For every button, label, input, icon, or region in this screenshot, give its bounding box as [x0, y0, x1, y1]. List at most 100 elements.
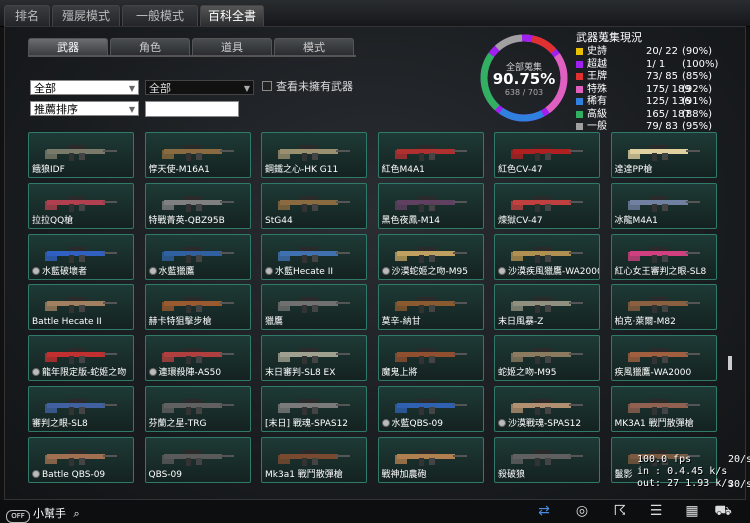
weapon-card[interactable]: 蛇姬之吻-M95 — [494, 335, 600, 381]
rarity-label: 超越 — [587, 58, 607, 71]
cart-icon[interactable]: ⛟ — [714, 502, 732, 520]
weapon-name-text: StG44 — [265, 216, 293, 226]
weapon-card[interactable]: 煉獄CV-47 — [494, 183, 600, 229]
subtab-weapons[interactable]: 武器 — [28, 38, 108, 56]
rarity-count: 20/ 22 — [646, 45, 678, 58]
helper-toggle[interactable]: OFF小幫手 ⌕ — [6, 505, 80, 523]
chevron-down-icon: ▼ — [244, 81, 250, 96]
search-input[interactable] — [145, 101, 239, 117]
weapon-card[interactable]: 魔鬼上將 — [378, 335, 484, 381]
weapon-card[interactable]: 疾風獵鷹-WA2000 — [611, 335, 717, 381]
weapon-name: 莫辛-納甘 — [382, 314, 421, 327]
search-icon[interactable]: ⌕ — [74, 507, 80, 520]
compass-icon[interactable]: ◎ — [573, 502, 591, 520]
weapon-card[interactable]: 芬蘭之星-TRG — [145, 386, 251, 432]
weapon-card[interactable]: 紅心女王審判之眼-SL8 — [611, 234, 717, 280]
rarity-swatch — [576, 48, 583, 55]
weapon-name-text: 水藍Hecate II — [275, 267, 333, 277]
weapon-card[interactable]: 殺破狼 — [494, 437, 600, 483]
weapon-card[interactable]: 連環殺陣-AS50 — [145, 335, 251, 381]
stat-row: 超越1/ 1(100%) — [576, 58, 716, 71]
checklist-icon[interactable]: ☰ — [647, 502, 665, 520]
weapon-name-text: Mk3a1 戰鬥散彈槍 — [265, 470, 343, 480]
weapon-card[interactable]: 末日風暴-Z — [494, 284, 600, 330]
weapon-name: 水藍Hecate II — [265, 264, 333, 277]
swap-icon[interactable]: ⇄ — [535, 502, 553, 520]
weapon-card[interactable]: 莫辛-納甘 — [378, 284, 484, 330]
rarity-swatch — [576, 111, 583, 118]
weapon-card[interactable]: MK3A1 戰鬥散彈槍 — [611, 386, 717, 432]
category-select-2-value: 全部 — [149, 82, 171, 95]
category-select-2[interactable]: 全部 ▼ — [145, 80, 254, 95]
tab-ranking[interactable]: 排名 — [4, 5, 50, 26]
weapon-card[interactable]: 餓狼IDF — [28, 132, 134, 178]
weapon-card[interactable]: 紅色M4A1 — [378, 132, 484, 178]
weapon-card[interactable]: QBS-09 — [145, 437, 251, 483]
out-readout: out: 27 1.93 k/s — [637, 478, 733, 490]
right-readout-2: 30/s — [728, 479, 750, 490]
weapon-card[interactable]: 鋼鐵之心-HK G11 — [261, 132, 367, 178]
weapon-card[interactable]: 審判之眼-SL8 — [28, 386, 134, 432]
subtab-modes[interactable]: 模式 — [274, 38, 354, 56]
weapon-card[interactable]: 柏克·萊爾-M82 — [611, 284, 717, 330]
subtab-characters[interactable]: 角色 — [110, 38, 190, 56]
show-unowned-checkbox[interactable] — [262, 81, 272, 91]
weapon-name-text: 審判之眼-SL8 — [32, 419, 88, 429]
weapon-icon — [43, 243, 119, 265]
weapon-card[interactable]: 水藍Hecate II — [261, 234, 367, 280]
weapon-card[interactable]: 獵鷹 — [261, 284, 367, 330]
rarity-label: 稀有 — [587, 95, 607, 108]
weapon-icon — [509, 192, 585, 214]
weapon-card[interactable]: 戰神加農砲 — [378, 437, 484, 483]
scrollbar-thumb[interactable] — [728, 356, 732, 370]
weapon-card[interactable]: 赫卡特狙擊步槍 — [145, 284, 251, 330]
weapon-name: MK3A1 戰鬥散彈槍 — [615, 416, 694, 429]
weapon-name: 龍年限定版-蛇姬之吻 — [32, 365, 126, 378]
weapon-card[interactable]: 冰龍M4A1 — [611, 183, 717, 229]
weapon-card[interactable]: 水藍破壞者 — [28, 234, 134, 280]
tab-normal-mode[interactable]: 一般模式 — [122, 5, 198, 26]
weapon-icon — [626, 395, 702, 417]
weapon-card[interactable]: Battle Hecate II — [28, 284, 134, 330]
weapon-name-text: 水藍QBS-09 — [392, 419, 444, 429]
weapon-name-text: 獵鷹 — [265, 317, 283, 327]
weapon-card[interactable]: 達達PP槍 — [611, 132, 717, 178]
weapon-name: 赫卡特狙擊步槍 — [149, 314, 212, 327]
weapon-card[interactable]: Battle QBS-09 — [28, 437, 134, 483]
weapon-card[interactable]: Mk3a1 戰鬥散彈槍 — [261, 437, 367, 483]
weapon-name: Battle QBS-09 — [32, 470, 105, 480]
weapon-card[interactable]: [末日] 戰魂-SPAS12 — [261, 386, 367, 432]
weapon-name: 芬蘭之星-TRG — [149, 416, 207, 429]
weapon-name-text: 餓狼IDF — [32, 165, 65, 175]
weapon-name-text: 水藍獵鷹 — [159, 267, 195, 277]
badge-icon — [382, 419, 390, 427]
top-tab-bar: 排名 殭屍模式 一般模式 百科全書 — [0, 0, 750, 27]
weapon-card[interactable]: 沙漠疾風獵鷹-WA2000 — [494, 234, 600, 280]
weapon-name-text: 黑色夜鳳-M14 — [382, 216, 440, 226]
weapon-card[interactable]: 水藍獵鷹 — [145, 234, 251, 280]
calendar-icon[interactable]: ▦ — [683, 502, 701, 520]
tab-zombie-mode[interactable]: 殭屍模式 — [52, 5, 120, 26]
weapon-card[interactable]: 紅色CV-47 — [494, 132, 600, 178]
category-select-1-value: 全部 — [34, 82, 56, 95]
weapon-card[interactable]: 沙漠戰魂-SPAS12 — [494, 386, 600, 432]
badge-icon — [149, 368, 157, 376]
weapon-card[interactable]: 特戰菁英-QBZ95B — [145, 183, 251, 229]
weapon-card[interactable]: StG44 — [261, 183, 367, 229]
weapon-card[interactable]: 龍年限定版-蛇姬之吻 — [28, 335, 134, 381]
category-select-1[interactable]: 全部 ▼ — [30, 80, 139, 95]
badge-icon — [498, 267, 506, 275]
runner-icon[interactable]: ☈ — [611, 502, 629, 520]
weapon-name: 特戰菁英-QBZ95B — [149, 213, 225, 226]
weapon-card[interactable]: 惇天使-M16A1 — [145, 132, 251, 178]
sort-select[interactable]: 推薦排序 ▼ — [30, 101, 139, 116]
weapon-card[interactable]: 沙漠蛇姬之吻-M95 — [378, 234, 484, 280]
toggle-switch[interactable]: OFF — [6, 510, 30, 523]
weapon-card[interactable]: 水藍QBS-09 — [378, 386, 484, 432]
chevron-down-icon: ▼ — [129, 81, 135, 96]
weapon-card[interactable]: 拉拉QQ槍 — [28, 183, 134, 229]
subtab-items[interactable]: 道具 — [192, 38, 272, 56]
weapon-card[interactable]: 末日審判-SL8 EX — [261, 335, 367, 381]
weapon-card[interactable]: 黑色夜鳳-M14 — [378, 183, 484, 229]
tab-encyclopedia[interactable]: 百科全書 — [200, 5, 264, 26]
